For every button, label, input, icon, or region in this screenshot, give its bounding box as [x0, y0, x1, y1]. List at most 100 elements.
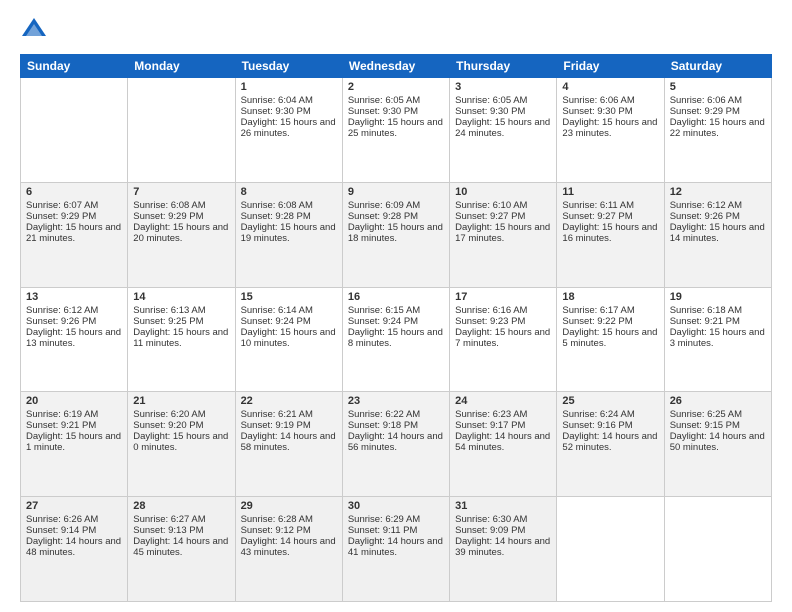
daylight-text: Daylight: 14 hours and 58 minutes.	[241, 431, 337, 453]
day-number: 23	[348, 395, 444, 407]
daylight-text: Daylight: 15 hours and 23 minutes.	[562, 117, 658, 139]
daylight-text: Daylight: 14 hours and 45 minutes.	[133, 536, 229, 558]
calendar-cell: 30Sunrise: 6:29 AMSunset: 9:11 PMDayligh…	[342, 497, 449, 602]
calendar-cell: 18 Sunrise: 6:17 AMSunset: 9:22 PMDayligh…	[557, 287, 664, 392]
calendar-cell: 10 Sunrise: 6:10 AMSunset: 9:27 PMDayligh…	[450, 182, 557, 287]
day-number: 19	[670, 291, 766, 303]
calendar-header-monday: Monday	[128, 55, 235, 78]
daylight-text: Daylight: 15 hours and 17 minutes.	[455, 222, 551, 244]
calendar-cell: 1Sunrise: 6:04 AMSunset: 9:30 PMDaylight…	[235, 78, 342, 183]
day-number: 30	[348, 500, 444, 512]
sunset-text: Sunset: 9:15 PM	[670, 420, 766, 431]
calendar-cell: 8Sunrise: 6:08 AMSunset: 9:28 PMDaylight…	[235, 182, 342, 287]
daylight-text: Daylight: 14 hours and 50 minutes.	[670, 431, 766, 453]
calendar-cell: 15Sunrise: 6:14 AMSunset: 9:24 PMDayligh…	[235, 287, 342, 392]
calendar-week-row: 1Sunrise: 6:04 AMSunset: 9:30 PMDaylight…	[21, 78, 772, 183]
calendar-table: SundayMondayTuesdayWednesdayThursdayFrid…	[20, 54, 772, 602]
sunrise-text: Sunrise: 6:05 AM	[348, 95, 444, 106]
sunrise-text: Sunrise: 6:18 AM	[670, 305, 766, 316]
sunset-text: Sunset: 9:18 PM	[348, 420, 444, 431]
sunset-text: Sunset: 9:26 PM	[26, 316, 122, 327]
calendar-cell	[128, 78, 235, 183]
logo	[20, 16, 52, 44]
daylight-text: Daylight: 15 hours and 11 minutes.	[133, 327, 229, 349]
daylight-text: Daylight: 15 hours and 5 minutes.	[562, 327, 658, 349]
calendar-cell: 22Sunrise: 6:21 AMSunset: 9:19 PMDayligh…	[235, 392, 342, 497]
sunset-text: Sunset: 9:30 PM	[455, 106, 551, 117]
daylight-text: Daylight: 15 hours and 16 minutes.	[562, 222, 658, 244]
day-number: 10	[455, 186, 551, 198]
calendar-cell	[664, 497, 771, 602]
day-number: 18	[562, 291, 658, 303]
day-number: 12	[670, 186, 766, 198]
sunrise-text: Sunrise: 6:06 AM	[562, 95, 658, 106]
day-number: 2	[348, 81, 444, 93]
sunrise-text: Sunrise: 6:08 AM	[241, 200, 337, 211]
calendar-header-wednesday: Wednesday	[342, 55, 449, 78]
day-number: 17	[455, 291, 551, 303]
header	[20, 16, 772, 44]
sunset-text: Sunset: 9:25 PM	[133, 316, 229, 327]
calendar-page: SundayMondayTuesdayWednesdayThursdayFrid…	[0, 0, 792, 612]
daylight-text: Daylight: 15 hours and 14 minutes.	[670, 222, 766, 244]
calendar-cell: 12 Sunrise: 6:12 AMSunset: 9:26 PMDayligh…	[664, 182, 771, 287]
sunrise-text: Sunrise: 6:22 AM	[348, 409, 444, 420]
day-number: 7	[133, 186, 229, 198]
sunrise-text: Sunrise: 6:26 AM	[26, 514, 122, 525]
calendar-header-tuesday: Tuesday	[235, 55, 342, 78]
sunrise-text: Sunrise: 6:29 AM	[348, 514, 444, 525]
sunrise-text: Sunrise: 6:19 AM	[26, 409, 122, 420]
daylight-text: Daylight: 15 hours and 26 minutes.	[241, 117, 337, 139]
sunrise-text: Sunrise: 6:12 AM	[670, 200, 766, 211]
sunrise-text: Sunrise: 6:21 AM	[241, 409, 337, 420]
calendar-cell	[21, 78, 128, 183]
day-number: 6	[26, 186, 122, 198]
daylight-text: Daylight: 15 hours and 21 minutes.	[26, 222, 122, 244]
calendar-cell: 16Sunrise: 6:15 AMSunset: 9:24 PMDayligh…	[342, 287, 449, 392]
logo-icon	[20, 16, 48, 44]
calendar-header-row: SundayMondayTuesdayWednesdayThursdayFrid…	[21, 55, 772, 78]
calendar-cell	[557, 497, 664, 602]
sunset-text: Sunset: 9:29 PM	[670, 106, 766, 117]
calendar-cell: 31Sunrise: 6:30 AMSunset: 9:09 PMDayligh…	[450, 497, 557, 602]
sunrise-text: Sunrise: 6:23 AM	[455, 409, 551, 420]
day-number: 26	[670, 395, 766, 407]
sunset-text: Sunset: 9:19 PM	[241, 420, 337, 431]
daylight-text: Daylight: 15 hours and 10 minutes.	[241, 327, 337, 349]
daylight-text: Daylight: 15 hours and 8 minutes.	[348, 327, 444, 349]
calendar-cell: 11Sunrise: 6:11 AMSunset: 9:27 PMDayligh…	[557, 182, 664, 287]
sunset-text: Sunset: 9:24 PM	[241, 316, 337, 327]
sunset-text: Sunset: 9:26 PM	[670, 211, 766, 222]
day-number: 4	[562, 81, 658, 93]
sunset-text: Sunset: 9:20 PM	[133, 420, 229, 431]
day-number: 9	[348, 186, 444, 198]
daylight-text: Daylight: 15 hours and 1 minute.	[26, 431, 122, 453]
sunrise-text: Sunrise: 6:25 AM	[670, 409, 766, 420]
sunset-text: Sunset: 9:13 PM	[133, 525, 229, 536]
sunrise-text: Sunrise: 6:10 AM	[455, 200, 551, 211]
sunrise-text: Sunrise: 6:16 AM	[455, 305, 551, 316]
calendar-cell: 7Sunrise: 6:08 AMSunset: 9:29 PMDaylight…	[128, 182, 235, 287]
daylight-text: Daylight: 15 hours and 20 minutes.	[133, 222, 229, 244]
day-number: 20	[26, 395, 122, 407]
sunrise-text: Sunrise: 6:20 AM	[133, 409, 229, 420]
sunrise-text: Sunrise: 6:06 AM	[670, 95, 766, 106]
day-number: 8	[241, 186, 337, 198]
calendar-cell: 29Sunrise: 6:28 AMSunset: 9:12 PMDayligh…	[235, 497, 342, 602]
sunrise-text: Sunrise: 6:30 AM	[455, 514, 551, 525]
sunset-text: Sunset: 9:27 PM	[455, 211, 551, 222]
sunset-text: Sunset: 9:12 PM	[241, 525, 337, 536]
day-number: 14	[133, 291, 229, 303]
sunrise-text: Sunrise: 6:04 AM	[241, 95, 337, 106]
calendar-cell: 19Sunrise: 6:18 AMSunset: 9:21 PMDayligh…	[664, 287, 771, 392]
calendar-cell: 13Sunrise: 6:12 AMSunset: 9:26 PMDayligh…	[21, 287, 128, 392]
sunset-text: Sunset: 9:22 PM	[562, 316, 658, 327]
sunrise-text: Sunrise: 6:17 AM	[562, 305, 658, 316]
daylight-text: Daylight: 15 hours and 22 minutes.	[670, 117, 766, 139]
daylight-text: Daylight: 15 hours and 25 minutes.	[348, 117, 444, 139]
day-number: 28	[133, 500, 229, 512]
daylight-text: Daylight: 15 hours and 19 minutes.	[241, 222, 337, 244]
sunset-text: Sunset: 9:24 PM	[348, 316, 444, 327]
calendar-cell: 3Sunrise: 6:05 AMSunset: 9:30 PMDaylight…	[450, 78, 557, 183]
daylight-text: Daylight: 15 hours and 0 minutes.	[133, 431, 229, 453]
